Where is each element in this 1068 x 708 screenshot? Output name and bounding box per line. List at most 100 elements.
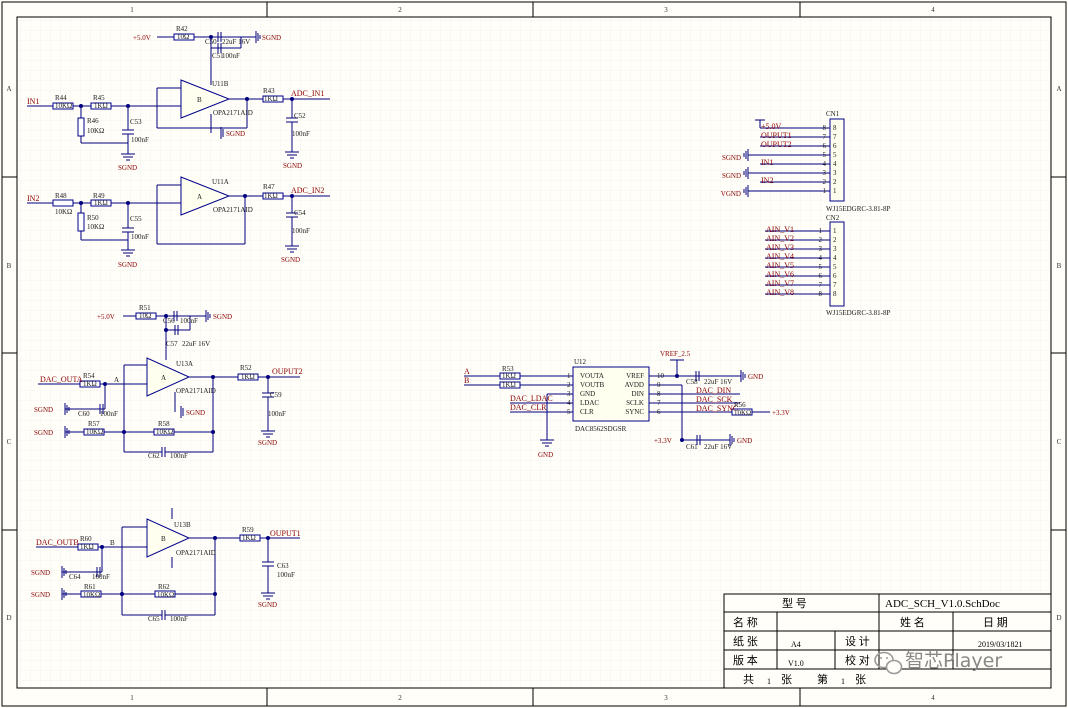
page-unit: 张 xyxy=(855,673,866,686)
c55-value: 100nF xyxy=(131,233,149,241)
dac-din-net: DAC_DIN xyxy=(696,386,731,395)
cn1-pin-number: 2 xyxy=(823,178,827,186)
cn2-pin-net: AIN_V6 xyxy=(766,270,794,279)
r57-value: 10KΩ xyxy=(86,428,103,436)
name-label: 名 称 xyxy=(733,615,758,629)
r46-value: 10KΩ xyxy=(87,127,104,135)
paper-label: 纸 张 xyxy=(733,635,758,648)
cn1-pin-number-inner: 6 xyxy=(833,142,837,150)
version-value: V1.0 xyxy=(788,659,804,668)
r52-value: 1KΩ xyxy=(241,373,255,381)
r58-ref: R58 xyxy=(158,420,170,428)
cn2-pin-number: 8 xyxy=(819,290,823,298)
cn2-pin-number-inner: 3 xyxy=(833,245,837,253)
vref-label: VREF_2.5 xyxy=(660,350,691,358)
net-b-label: B xyxy=(464,376,469,385)
u13b-value: OPA2171AID xyxy=(176,549,216,557)
c51-value: 100nF xyxy=(222,52,240,60)
cn2-pin-number-inner: 5 xyxy=(833,263,837,271)
cn1-pin-number: 4 xyxy=(823,160,827,168)
cn2-pin-net: AIN_V4 xyxy=(766,252,794,261)
r47-value: 1KΩ xyxy=(264,192,278,200)
row-label: A xyxy=(6,85,11,93)
column-label: 1 xyxy=(130,694,134,702)
total-unit: 张 xyxy=(781,673,792,686)
adc-in2-net: ADC_IN2 xyxy=(291,186,324,195)
c65-value: 100nF xyxy=(170,615,188,623)
c56-ref: C56 xyxy=(163,317,175,325)
r54-ref: R54 xyxy=(83,372,95,380)
power-3v3-label: +3.3V xyxy=(772,409,790,417)
cn2-ref: CN2 xyxy=(826,214,840,222)
c60-value: 100nF xyxy=(100,410,118,418)
sgnd-label: SGND xyxy=(118,261,137,269)
cn1-pin-number: 3 xyxy=(823,169,827,177)
c59-ref: C59 xyxy=(270,391,282,399)
c50-value: 22uF 16V xyxy=(222,38,250,46)
sgnd-label: SGND xyxy=(213,313,232,321)
r48-value: 10KΩ xyxy=(55,208,72,216)
r58-value: 10KΩ xyxy=(156,428,173,436)
adc-in1-net: ADC_IN1 xyxy=(291,89,324,98)
u13a-unit: A xyxy=(161,374,166,382)
cn2-pin-net: AIN_V3 xyxy=(766,243,794,252)
c65-ref: C65 xyxy=(148,615,160,623)
person-label: 姓 名 xyxy=(900,615,925,629)
page-value: 1 xyxy=(841,677,845,686)
r56-ref: R56 xyxy=(734,401,746,409)
r46-ref: R46 xyxy=(87,117,99,125)
cn2-pin-number: 1 xyxy=(819,227,823,235)
r51-ref: R51 xyxy=(139,304,151,312)
sgnd-label: SGND xyxy=(258,601,277,609)
cn2-pin-number: 4 xyxy=(819,254,823,262)
cn1-pin-number-inner: 5 xyxy=(833,151,837,159)
u11a-ref: U11A xyxy=(212,178,229,186)
cn1-value: WJ15EDGRC-3.81-8P xyxy=(826,205,890,213)
u12-pin-number: 8 xyxy=(657,390,661,398)
net-b-marker: B xyxy=(110,539,115,547)
row-label: C xyxy=(1057,438,1062,446)
r44-value: 10KΩ xyxy=(55,102,72,110)
cn2-pin-number-inner: 4 xyxy=(833,254,837,262)
cn2-pin-number: 7 xyxy=(819,281,823,289)
u11b-unit: B xyxy=(197,96,202,104)
gnd-label: GND xyxy=(748,373,763,381)
cn2-pin-number-inner: 1 xyxy=(833,227,837,235)
r47-ref: R47 xyxy=(263,183,275,191)
u13b-unit: B xyxy=(161,535,166,543)
r56-value: 10KΩ xyxy=(734,409,751,417)
net-a-label: A xyxy=(464,367,470,376)
cn1-pin-net: SGND xyxy=(722,172,741,180)
cn1-pin-number: 8 xyxy=(823,124,827,132)
cn2-pin-number-inner: 8 xyxy=(833,290,837,298)
u12-pin-name: SCLK xyxy=(626,399,644,407)
u13b-ref: U13B xyxy=(174,521,191,529)
u12-pin-number: 9 xyxy=(657,381,661,389)
u12-pin-name: VOUTB xyxy=(580,381,604,389)
dac-ldac-net: DAC_LDAC xyxy=(510,394,553,403)
c64-ref: C64 xyxy=(69,573,81,581)
design-label: 设 计 xyxy=(845,635,870,648)
cn2-pin-net: AIN_V1 xyxy=(766,225,794,234)
model-value: ADC_SCH_V1.0.SchDoc xyxy=(885,598,1000,610)
u12-pin-name: LDAC xyxy=(580,399,599,407)
u12-pin-number: 5 xyxy=(567,408,571,416)
in2-net: IN2 xyxy=(27,194,39,203)
c55-ref: C55 xyxy=(130,215,142,223)
cn2-pin-number-inner: 2 xyxy=(833,236,837,244)
date-value: 2019/03/1821 xyxy=(978,640,1022,649)
u12-pin-number: 10 xyxy=(657,372,665,380)
c54-value: 100nF xyxy=(292,227,310,235)
power-5v-label: +5.0V xyxy=(97,313,115,321)
r53-value: 1KΩ xyxy=(502,372,516,380)
cn1-pin-number: 1 xyxy=(823,187,827,195)
row-label: D xyxy=(1056,614,1061,622)
c52-ref: C52 xyxy=(294,112,306,120)
cn2-pin-number: 5 xyxy=(819,263,823,271)
schematic-canvas: 1 2 3 4 1 2 3 4 A B C D A B C D +5.0V R4… xyxy=(0,0,1068,708)
column-label: 3 xyxy=(664,694,668,702)
sgnd-label: SGND xyxy=(31,569,50,577)
in1-net: IN1 xyxy=(27,97,39,106)
u12-pin-number: 2 xyxy=(567,381,571,389)
r43-value: 1KΩ xyxy=(264,95,278,103)
